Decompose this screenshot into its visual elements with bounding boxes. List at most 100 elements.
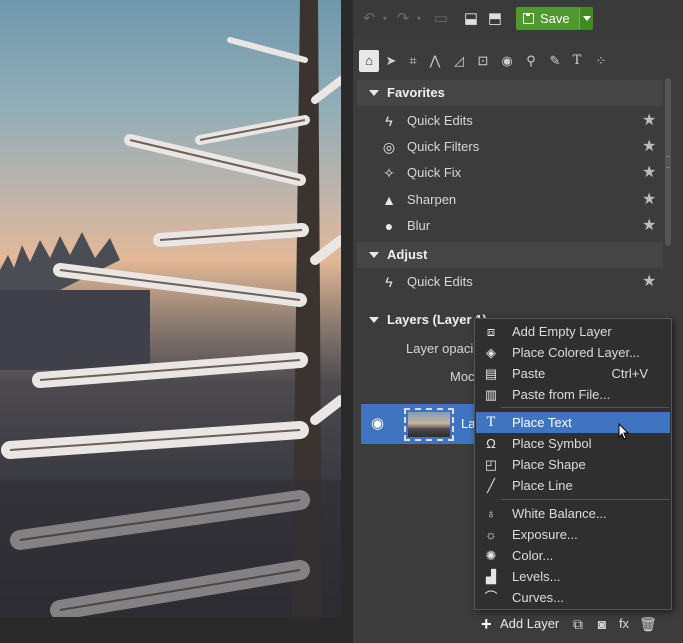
undo-menu-icon[interactable]: ▾ [375,9,395,29]
item-label: Quick Edits [407,113,473,128]
colored-layer-icon: ◈ [486,345,496,360]
disk-icon [523,13,534,24]
photo-canvas[interactable] [0,0,341,617]
brush-icon[interactable]: ✎ [545,50,565,72]
menu-item-color[interactable]: ✺ Color... [476,545,670,566]
menu-item-label: White Balance... [512,506,607,521]
menu-item-place-text[interactable]: T Place Text [476,412,670,433]
canvas-divider [341,0,353,643]
history-icon[interactable]: ▭ [431,9,451,29]
mouse-cursor-icon [618,423,630,440]
star-icon[interactable]: ★ [642,187,656,213]
save-label: Save [540,11,570,26]
star-icon[interactable]: ★ [642,108,656,134]
text-tool-icon[interactable]: T [567,50,587,72]
layer-mode-label: Moc [450,369,475,384]
eye-icon[interactable]: ◉ [371,414,384,432]
menu-item-place-colored-layer[interactable]: ◈ Place Colored Layer... [476,342,670,363]
save-dropdown-button[interactable] [579,7,593,30]
menu-item-shortcut: Ctrl+V [611,366,648,381]
text-icon: T [486,415,496,430]
save-button[interactable]: Save [516,7,579,30]
item-label: Quick Edits [407,274,473,289]
item-label: Blur [407,218,431,233]
filters-icon: ◎ [382,139,396,155]
star-icon[interactable]: ★ [642,134,656,160]
favorites-item-blur[interactable]: ● Blur ★ [357,213,663,239]
menu-item-place-line[interactable]: ╱ Place Line [476,475,670,496]
menu-item-place-shape[interactable]: ◰ Place Shape [476,454,670,475]
menu-item-paste-from-file[interactable]: ▥ Paste from File... [476,384,670,405]
menu-item-label: Place Symbol [512,436,592,451]
menu-item-levels[interactable]: ▟ Levels... [476,566,670,587]
magic-wand-icon: ✧ [383,165,395,181]
paste-icon: ▤ [484,366,498,381]
more-icon[interactable]: ⁘ [591,50,611,72]
crop-icon[interactable]: ⌗ [403,50,423,72]
menu-item-label: Paste from File... [512,387,611,402]
shape-icon: ◰ [484,457,498,472]
duplicate-layer-icon[interactable]: ⧉ [569,615,587,633]
adjust-header[interactable]: Adjust [357,242,663,268]
add-layer-button[interactable]: + Add Layer [475,613,565,635]
palette-icon: ✺ [485,548,497,563]
favorites-item-sharpen[interactable]: ▲ Sharpen ★ [357,187,663,213]
redo-menu-icon[interactable]: ▾ [409,9,429,29]
favorites-item-quick-filters[interactable]: ◎ Quick Filters ★ [357,134,663,160]
canvas-footer [0,617,341,643]
menu-item-label: Place Shape [512,457,586,472]
add-layer-label: Add Layer [500,616,560,631]
fx-icon[interactable]: fx [615,615,633,633]
empty-layer-icon: ⧈ [486,324,496,339]
favorites-title: Favorites [387,85,445,100]
paste-file-icon: ▥ [484,387,498,402]
adjust-item-quick-edits[interactable]: ϟ Quick Edits ★ [357,269,663,295]
menu-item-label: Add Empty Layer [512,324,612,339]
select-icon[interactable]: ➤ [381,50,401,72]
menu-item-exposure[interactable]: ☼ Exposure... [476,524,670,545]
add-layer-menu: ⧈ Add Empty Layer ◈ Place Colored Layer.… [474,318,672,610]
layers-bottom-bar: + Add Layer ⧉ ◙ fx 🗑 [353,610,683,638]
menu-item-label: Levels... [512,569,561,584]
menu-item-label: Color... [512,548,554,563]
favorites-item-quick-fix[interactable]: ✧ Quick Fix ★ [357,160,663,186]
menu-item-paste[interactable]: ▤ Paste Ctrl+V [476,363,670,384]
adjust-title: Adjust [387,247,428,262]
perspective-icon[interactable]: ⋀ [425,50,445,72]
menu-item-label: Curves... [512,590,565,605]
menu-item-place-symbol[interactable]: Ω Place Symbol [476,433,670,454]
star-icon[interactable]: ★ [642,213,656,239]
scrollbar-grip[interactable] [666,156,670,168]
frosted-spruce-photo [0,0,341,617]
menu-item-white-balance[interactable]: ♁ White Balance... [476,503,670,524]
tool-row: ⌂ ➤ ⌗ ⋀ ◿ ⊡ ◉ ⚲ ✎ T ⁘ [357,48,677,74]
transform-icon[interactable]: ◿ [449,50,469,72]
rotate-right-icon[interactable]: ⬒ [485,9,505,29]
home-icon[interactable]: ⌂ [359,50,379,72]
star-icon[interactable]: ★ [642,160,656,186]
trash-icon[interactable]: 🗑 [639,615,657,633]
star-icon[interactable]: ★ [642,269,656,295]
item-label: Sharpen [407,192,457,207]
menu-item-curves[interactable]: ⌒ Curves... [476,587,670,608]
layers-title: Layers (Layer 1) [387,312,487,327]
layer-thumbnail [404,408,454,441]
eye-icon[interactable]: ◉ [497,50,517,72]
favorites-header[interactable]: Favorites [357,80,663,106]
favorites-item-quick-edits[interactable]: ϟ Quick Edits ★ [357,108,663,134]
menu-item-label: Place Colored Layer... [512,345,640,360]
stamp-icon[interactable]: ⚲ [521,50,541,72]
bulb-icon: ♁ [486,506,496,521]
menu-item-add-empty-layer[interactable]: ⧈ Add Empty Layer [476,321,670,342]
menu-item-label: Exposure... [512,527,578,542]
sun-icon: ☼ [485,527,497,542]
drop-icon: ● [384,218,394,234]
line-icon: ╱ [487,478,495,493]
triangle-icon: ▲ [382,192,396,208]
menu-separator [501,499,669,500]
rotate-left-icon[interactable]: ⬓ [461,9,481,29]
plus-icon: + [481,614,492,634]
text-box-icon[interactable]: ⊡ [473,50,493,72]
caret-down-icon [369,317,379,323]
mask-icon[interactable]: ◙ [593,615,611,633]
